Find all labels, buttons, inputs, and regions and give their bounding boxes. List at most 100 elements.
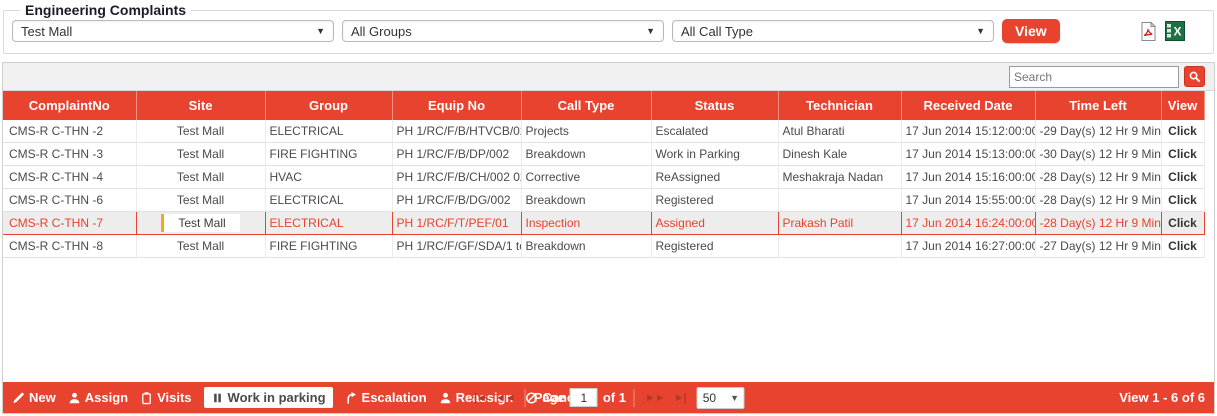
table-cell xyxy=(778,189,901,212)
page-label: Page xyxy=(534,390,565,405)
pdf-export-icon[interactable] xyxy=(1138,21,1158,42)
action-assign[interactable]: Assign xyxy=(68,390,128,405)
last-page-icon[interactable]: ►| xyxy=(672,392,688,404)
action-work-in-parking[interactable]: Work in parking xyxy=(204,387,333,408)
page-title: Engineering Complaints xyxy=(20,2,191,18)
table-row[interactable]: CMS-R C-THN -8Test MallFIRE FIGHTINGPH 1… xyxy=(3,235,1204,258)
page-number-input[interactable] xyxy=(570,388,598,407)
table-cell: Breakdown xyxy=(521,235,651,258)
prev-page-icon[interactable]: ◄◄ xyxy=(493,392,517,404)
action-visits[interactable]: Visits xyxy=(140,390,191,405)
person-icon xyxy=(439,391,452,405)
view-click-link[interactable]: Click xyxy=(1161,166,1204,189)
group-filter-select[interactable]: All Groups ▼ xyxy=(342,20,664,42)
site-filter-select[interactable]: Test Mall ▼ xyxy=(12,20,334,42)
grid-toolbar xyxy=(3,63,1214,91)
column-header-view[interactable]: View xyxy=(1161,91,1204,120)
search-button[interactable] xyxy=(1184,66,1205,87)
first-page-icon[interactable]: |◄ xyxy=(472,392,488,404)
next-page-icon[interactable]: ►► xyxy=(643,392,667,404)
table-cell: HVAC xyxy=(265,166,392,189)
filters-fieldset: Engineering Complaints Test Mall ▼ All G… xyxy=(3,2,1214,54)
table-cell: ELECTRICAL xyxy=(265,189,392,212)
table-row[interactable]: CMS-R C-THN -3Test MallFIRE FIGHTINGPH 1… xyxy=(3,143,1204,166)
complaints-table: ComplaintNoSiteGroupEquip NoCall TypeSta… xyxy=(3,91,1205,258)
table-cell: Atul Bharati xyxy=(778,120,901,143)
group-filter-value: All Groups xyxy=(351,24,412,39)
calltype-filter-value: All Call Type xyxy=(681,24,753,39)
table-cell: PH 1/RC/F/GF/SDA/1 to 2 xyxy=(392,235,521,258)
excel-export-icon[interactable]: X xyxy=(1165,21,1185,41)
table-cell: Test Mall xyxy=(136,189,265,212)
table-row[interactable]: CMS-R C-THN -2Test MallELECTRICALPH 1/RC… xyxy=(3,120,1204,143)
table-cell: ELECTRICAL xyxy=(265,212,392,235)
table-cell: Test Mall xyxy=(136,120,265,143)
column-header-site[interactable]: Site xyxy=(136,91,265,120)
table-cell: PH 1/RC/F/T/PEF/01 xyxy=(392,212,521,235)
column-header-technician[interactable]: Technician xyxy=(778,91,901,120)
view-button[interactable]: View xyxy=(1002,19,1060,43)
site-cell-box: Test Mall xyxy=(161,214,239,232)
export-buttons: X xyxy=(1138,21,1185,42)
table-cell: Test Mall xyxy=(136,166,265,189)
table-cell: CMS-R C-THN -2 xyxy=(3,120,136,143)
table-row[interactable]: CMS-R C-THN -6Test MallELECTRICALPH 1/RC… xyxy=(3,189,1204,212)
table-cell: PH 1/RC/F/B/HTVCB/02 0 xyxy=(392,120,521,143)
column-header-received-date[interactable]: Received Date xyxy=(901,91,1035,120)
pager: |◄ ◄◄ Page of 1 ►► ►| 50 ▼ xyxy=(472,387,745,409)
column-header-call-type[interactable]: Call Type xyxy=(521,91,651,120)
svg-text:X: X xyxy=(1173,25,1181,39)
table-row[interactable]: CMS-R C-THN -7 Test Mall ELECTRICALPH 1/RC… xyxy=(3,212,1204,235)
table-row[interactable]: CMS-R C-THN -4Test MallHVACPH 1/RC/F/B/C… xyxy=(3,166,1204,189)
table-cell: ELECTRICAL xyxy=(265,120,392,143)
table-cell: Corrective xyxy=(521,166,651,189)
action-label: Visits xyxy=(157,390,191,405)
chevron-down-icon: ▼ xyxy=(976,26,985,36)
table-cell: 17 Jun 2014 15:12:00:000 xyxy=(901,120,1035,143)
record-range-label: View 1 - 6 of 6 xyxy=(1119,390,1205,405)
table-cell: 17 Jun 2014 15:13:00:000 xyxy=(901,143,1035,166)
table-cell: CMS-R C-THN -7 xyxy=(3,212,136,235)
chevron-down-icon: ▼ xyxy=(646,26,655,36)
action-label: Assign xyxy=(85,390,128,405)
table-cell: Inspection xyxy=(521,212,651,235)
table-cell: -30 Day(s) 12 Hr 9 Min xyxy=(1035,143,1161,166)
action-new[interactable]: New xyxy=(12,390,56,405)
table-cell: -28 Day(s) 12 Hr 9 Min xyxy=(1035,166,1161,189)
calltype-filter-select[interactable]: All Call Type ▼ xyxy=(672,20,994,42)
column-header-status[interactable]: Status xyxy=(651,91,778,120)
table-cell: Dinesh Kale xyxy=(778,143,901,166)
table-cell: Breakdown xyxy=(521,189,651,212)
table-cell: Work in Parking xyxy=(651,143,778,166)
table-cell: CMS-R C-THN -6 xyxy=(3,189,136,212)
view-click-link[interactable]: Click xyxy=(1161,143,1204,166)
pencil-icon xyxy=(12,391,25,405)
table-cell: Registered xyxy=(651,189,778,212)
action-escalation[interactable]: Escalation xyxy=(345,390,427,405)
page-size-value: 50 xyxy=(703,391,716,405)
view-click-link[interactable]: Click xyxy=(1161,235,1204,258)
column-header-time-left[interactable]: Time Left xyxy=(1035,91,1161,120)
pager-divider xyxy=(525,389,526,407)
table-cell: FIRE FIGHTING xyxy=(265,143,392,166)
column-header-complaintno[interactable]: ComplaintNo xyxy=(3,91,136,120)
column-header-group[interactable]: Group xyxy=(265,91,392,120)
table-cell: CMS-R C-THN -3 xyxy=(3,143,136,166)
view-click-link[interactable]: Click xyxy=(1161,120,1204,143)
action-label: New xyxy=(29,390,56,405)
search-icon xyxy=(1188,70,1201,83)
table-cell: CMS-R C-THN -8 xyxy=(3,235,136,258)
pause-icon xyxy=(211,391,224,405)
table-cell: PH 1/RC/F/B/DG/002 xyxy=(392,189,521,212)
table-cell: Assigned xyxy=(651,212,778,235)
search-input[interactable] xyxy=(1009,66,1179,88)
table-cell: Escalated xyxy=(651,120,778,143)
table-header-row: ComplaintNoSiteGroupEquip NoCall TypeSta… xyxy=(3,91,1204,120)
filters-row: Test Mall ▼ All Groups ▼ All Call Type ▼… xyxy=(12,19,1205,43)
table-cell: -27 Day(s) 12 Hr 9 Min xyxy=(1035,235,1161,258)
person-icon xyxy=(68,391,81,405)
page-size-select[interactable]: 50 ▼ xyxy=(697,387,745,409)
view-click-link[interactable]: Click xyxy=(1161,212,1204,235)
view-click-link[interactable]: Click xyxy=(1161,189,1204,212)
column-header-equip-no[interactable]: Equip No xyxy=(392,91,521,120)
